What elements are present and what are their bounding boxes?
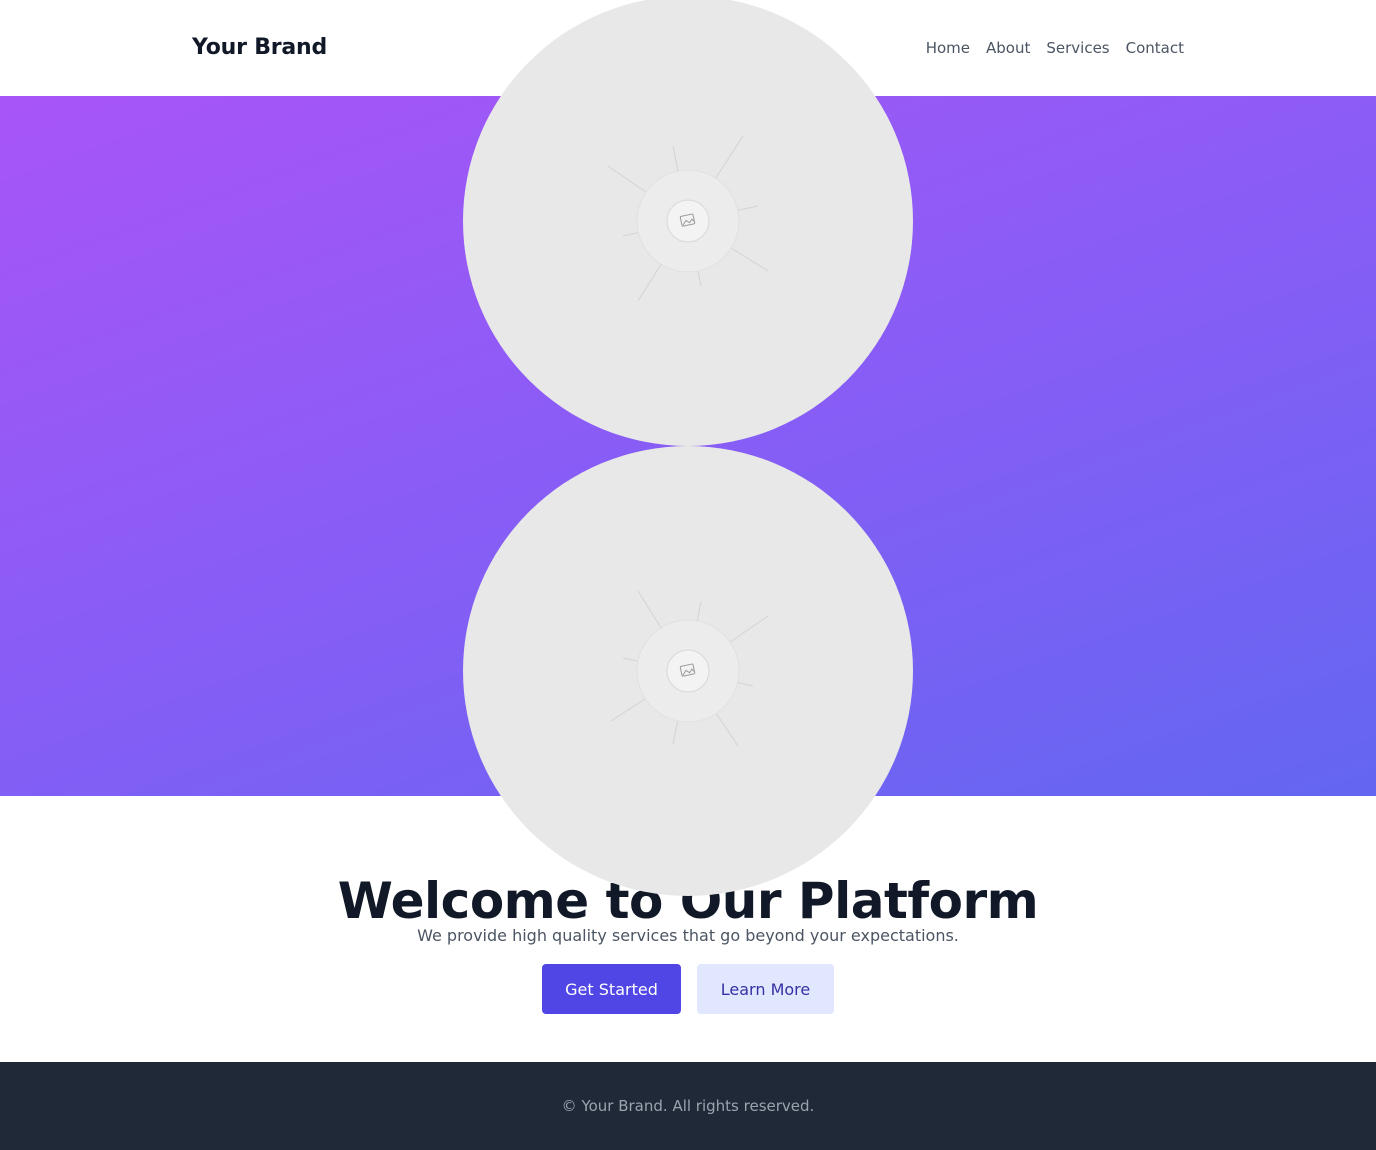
image-placeholder-icon [610,590,769,747]
get-started-button[interactable]: Get Started [542,964,681,1014]
image-placeholder-icon [607,135,769,302]
nav-link-contact[interactable]: Contact [1126,36,1184,60]
circular-image-placeholder [463,0,913,446]
site-footer: © Your Brand. All rights reserved. [0,1062,1376,1150]
cta-buttons: Get Started Learn More [542,964,834,1014]
page-subtitle: We provide high quality services that go… [417,926,959,945]
brand-logo[interactable]: Your Brand [192,32,327,64]
main-nav: Home About Services Contact [926,36,1184,60]
nav-link-services[interactable]: Services [1046,36,1109,60]
nav-link-home[interactable]: Home [926,36,970,60]
copyright-text: © Your Brand. All rights reserved. [561,1097,815,1115]
learn-more-button[interactable]: Learn More [697,964,834,1014]
nav-link-about[interactable]: About [986,36,1030,60]
page: Your Brand Home About Services Contact W… [0,0,1376,1150]
circular-image-placeholder [463,446,913,896]
